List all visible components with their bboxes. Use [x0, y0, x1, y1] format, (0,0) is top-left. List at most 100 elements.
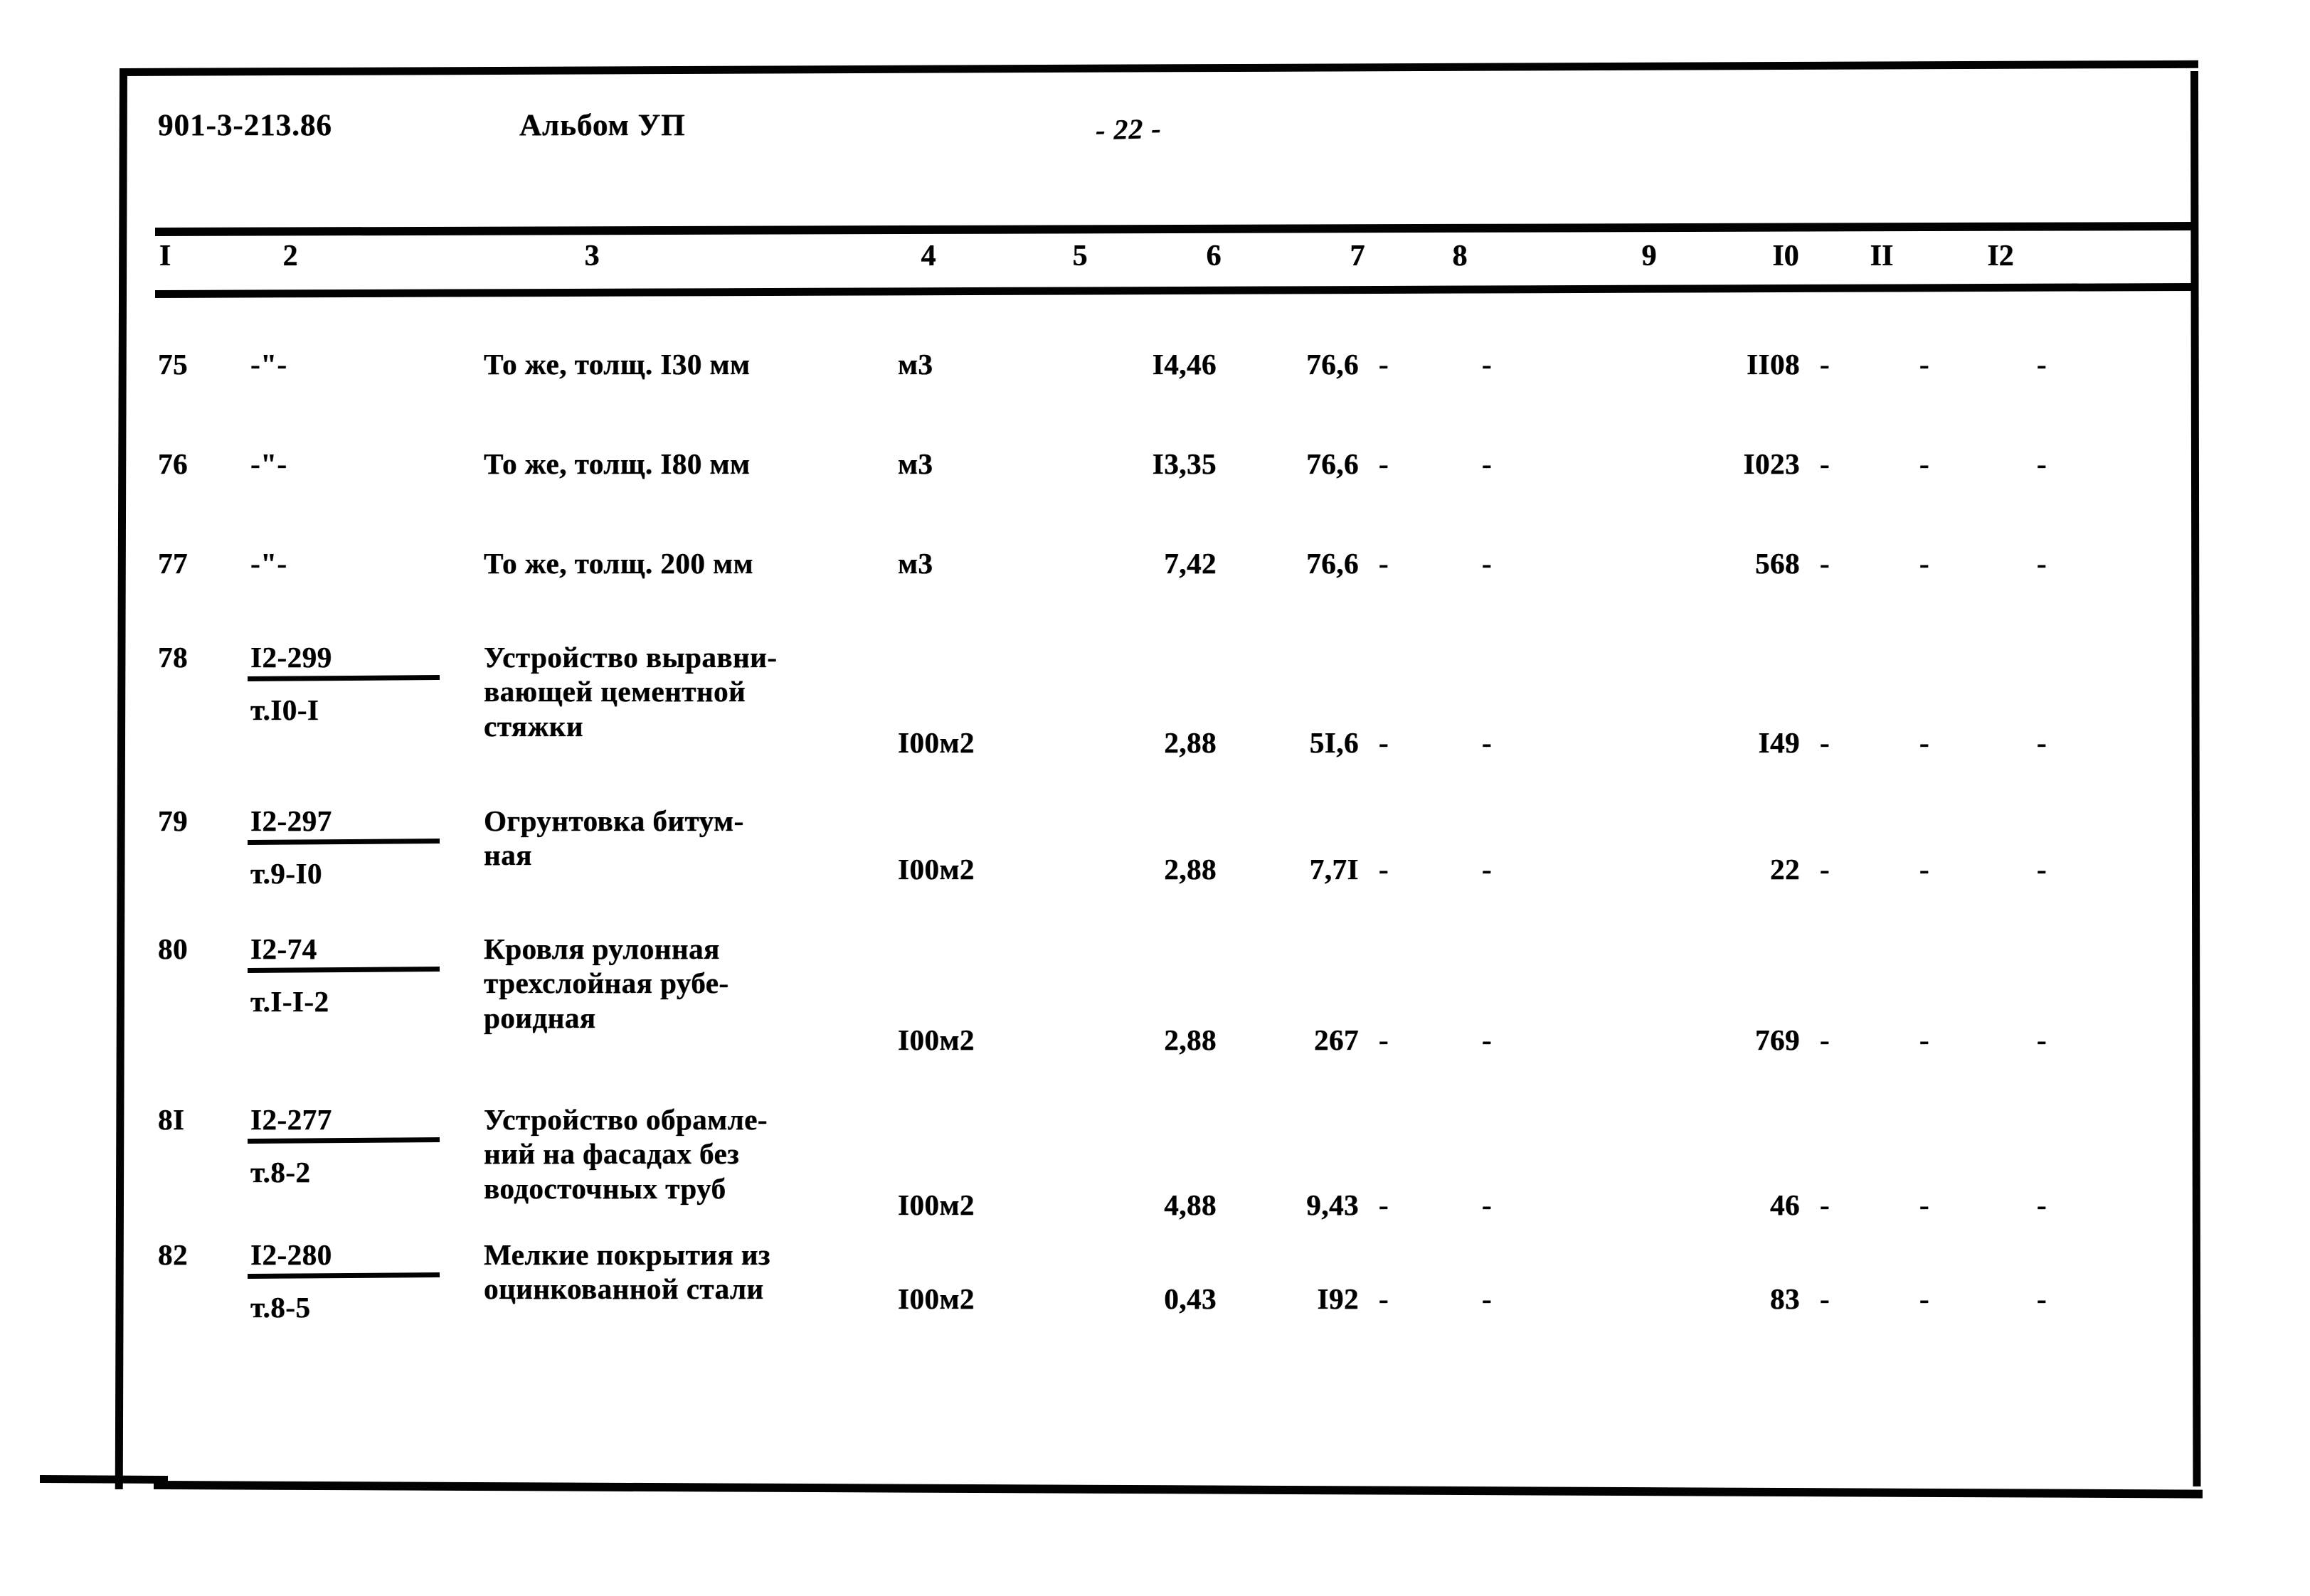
row-code-numerator: I2-74	[250, 932, 435, 966]
row-description: Устройство выравни-вающей цементной стяжк…	[484, 640, 925, 743]
row-code-denominator: т.8-2	[250, 1156, 311, 1188]
row-value-8: -	[1481, 547, 1493, 580]
row-value-12: -	[2036, 447, 2047, 480]
row-value-6: 267	[1314, 1023, 1359, 1056]
row-description-line: роидная	[484, 1001, 596, 1034]
row-value-9: 46	[1770, 1188, 1800, 1221]
row-value-11: -	[1919, 1188, 1930, 1221]
row-description-line: трехслойная рубе-	[484, 967, 729, 1000]
column-header-8: 8	[1452, 240, 1468, 272]
row-value-9: 22	[1770, 853, 1800, 885]
row-value-10: -	[1819, 726, 1830, 759]
row-description: Огрунтовка битум-ная	[484, 804, 925, 873]
column-header-3: 3	[584, 240, 600, 272]
row-code-numerator: I2-277	[250, 1102, 435, 1137]
row-unit: м3	[898, 547, 933, 580]
row-description: Мелкие покрытия из оцинкованной стали	[484, 1238, 925, 1307]
row-value-12: -	[2036, 726, 2047, 759]
row-value-11: -	[1919, 447, 1930, 480]
row-value-5: 7,42	[1164, 547, 1217, 580]
row-unit: I00м2	[898, 1023, 975, 1056]
row-value-5: I4,46	[1152, 348, 1217, 381]
row-value-8: -	[1481, 348, 1493, 381]
frame-border-bottom	[153, 1481, 2203, 1499]
row-value-9: 83	[1770, 1282, 1800, 1315]
row-code-ditto: -"-	[250, 447, 287, 480]
column-header-4: 4	[921, 240, 936, 272]
row-description-line: оцинкованной стали	[484, 1272, 764, 1306]
row-description-line: Кровля рулонная	[484, 932, 720, 965]
row-description-line: То же, толщ. 200 мм	[484, 547, 753, 580]
row-description-line: стяжки	[484, 709, 583, 743]
column-header-I: I	[159, 240, 171, 272]
page-number: - 22 -	[1095, 112, 1162, 147]
row-code-denominator: т.I0-I	[250, 693, 319, 726]
row-value-10: -	[1819, 547, 1830, 580]
row-code: I2-74 т.I-I-2	[250, 932, 435, 1018]
row-description-line: вающей цементной	[484, 675, 746, 708]
row-description: То же, толщ. 200 мм	[484, 546, 925, 580]
row-value-10: -	[1819, 1282, 1830, 1315]
row-value-12: -	[2036, 1282, 2047, 1315]
row-code-numerator: I2-280	[250, 1238, 435, 1272]
album-label: Альбом УП	[519, 109, 686, 142]
row-value-8: -	[1481, 853, 1493, 885]
row-value-7: -	[1378, 1282, 1389, 1315]
row-description-line: ная	[484, 839, 532, 872]
row-code: I2-280 т.8-5	[250, 1238, 435, 1324]
column-header-II: II	[1870, 240, 1894, 272]
row-value-7: -	[1378, 726, 1389, 759]
row-value-6: 9,43	[1306, 1188, 1359, 1221]
row-value-12: -	[2036, 547, 2047, 580]
row-value-12: -	[2036, 1188, 2047, 1221]
row-value-8: -	[1481, 447, 1493, 480]
frame-border-bottom-stub	[39, 1475, 169, 1484]
row-value-10: -	[1819, 348, 1830, 381]
row-description: То же, толщ. I80 мм	[484, 447, 925, 481]
row-value-7: -	[1378, 547, 1389, 580]
row-value-9: I49	[1758, 726, 1800, 759]
row-value-8: -	[1481, 1188, 1493, 1221]
row-unit: I00м2	[898, 853, 975, 885]
row-value-5: I3,35	[1152, 447, 1217, 480]
row-value-5: 2,88	[1164, 853, 1217, 885]
row-description-line: То же, толщ. I30 мм	[484, 348, 751, 381]
row-number: 82	[158, 1238, 188, 1271]
row-description-line: водосточных труб	[484, 1171, 726, 1205]
row-value-9: II08	[1747, 348, 1800, 381]
row-value-6: 76,6	[1306, 547, 1359, 580]
row-value-10: -	[1819, 447, 1830, 480]
row-number: 76	[158, 447, 188, 480]
row-value-7: -	[1378, 1188, 1389, 1221]
row-unit: м3	[898, 447, 933, 480]
row-number: 77	[158, 547, 188, 580]
column-header-6: 6	[1206, 240, 1222, 272]
column-header-I2: I2	[1987, 240, 2014, 272]
row-description: Устройство обрамле-ний на фасадах без вод…	[484, 1102, 925, 1206]
row-description-line: То же, толщ. I80 мм	[484, 447, 751, 480]
row-value-5: 2,88	[1164, 726, 1217, 759]
row-value-10: -	[1819, 1023, 1830, 1056]
column-header-row: I 2 3 4 5 6 7 8 9 I0 II I2	[0, 239, 2310, 290]
row-unit: I00м2	[898, 1188, 975, 1221]
row-description: Кровля рулонная трехслойная рубе-роидная	[484, 932, 925, 1035]
row-description-line: Устройство выравни-	[484, 641, 778, 674]
column-header-7: 7	[1350, 240, 1365, 272]
frame-border-top	[119, 60, 2198, 76]
row-value-5: 2,88	[1164, 1023, 1217, 1056]
row-value-10: -	[1819, 853, 1830, 885]
row-value-11: -	[1919, 726, 1930, 759]
row-value-6: 76,6	[1306, 348, 1359, 381]
row-value-5: 0,43	[1164, 1282, 1217, 1315]
row-value-6: 7,7I	[1309, 853, 1359, 885]
row-code-denominator: т.8-5	[250, 1291, 311, 1324]
row-value-7: -	[1378, 1023, 1389, 1056]
row-value-7: -	[1378, 348, 1389, 381]
row-code: I2-297 т.9-I0	[250, 804, 435, 890]
document-header: 901-3-213.86 Альбом УП - 22 -	[0, 108, 2310, 158]
row-description: То же, толщ. I30 мм	[484, 347, 925, 381]
row-code: I2-299 т.I0-I	[250, 640, 435, 727]
row-number: 8I	[158, 1103, 185, 1136]
column-header-2: 2	[282, 240, 298, 272]
row-value-5: 4,88	[1164, 1188, 1217, 1221]
